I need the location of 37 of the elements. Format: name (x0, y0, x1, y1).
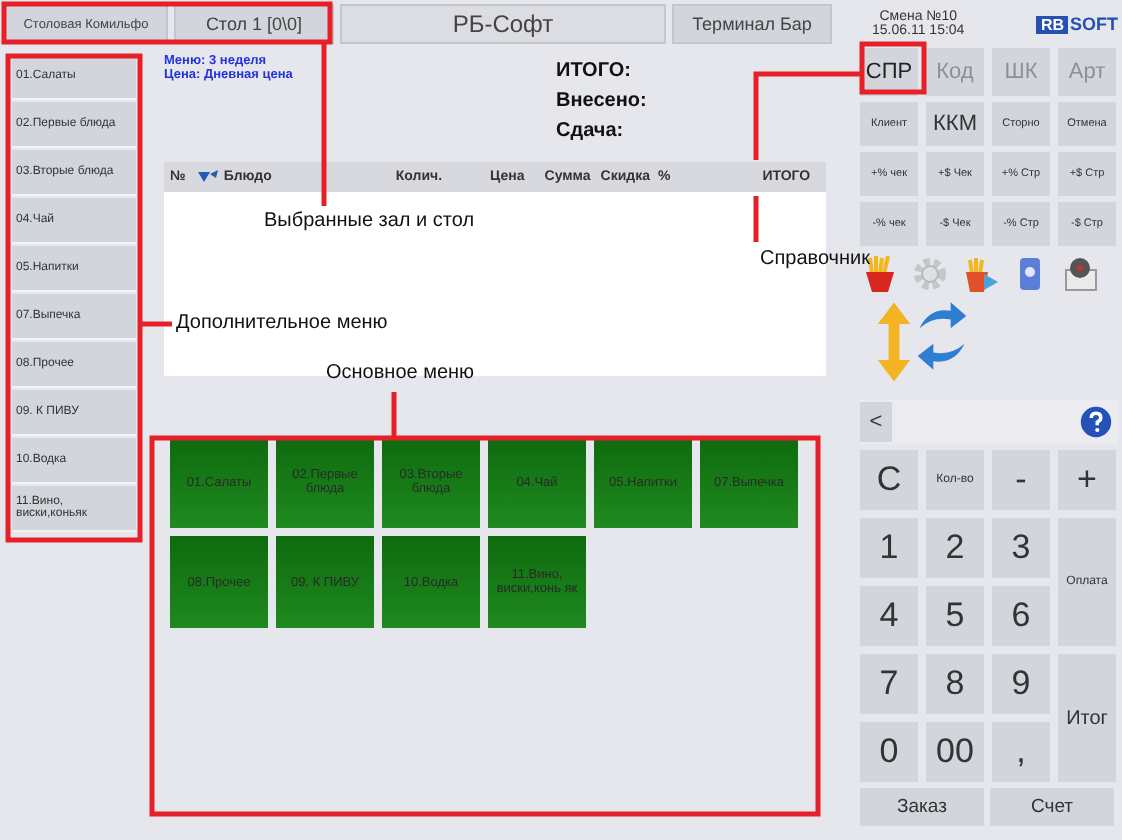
keypad-key[interactable]: , (992, 722, 1050, 782)
keypad-key[interactable]: 3 (992, 518, 1050, 578)
fries-icon[interactable] (960, 254, 1000, 294)
action-button[interactable]: Заказ (860, 788, 984, 826)
keypad-key[interactable]: 7 (860, 654, 918, 714)
keypad-key[interactable]: + (1058, 450, 1116, 510)
keypad-key[interactable]: C (860, 450, 918, 510)
terminal-button[interactable]: Терминал Бар (672, 4, 832, 44)
annotation-label: Выбранные зал и стол (264, 210, 475, 232)
total-label: Внесено: (556, 90, 647, 112)
undo-arrow-icon[interactable] (916, 340, 968, 372)
help-icon[interactable] (1080, 406, 1112, 438)
redo-arrow-icon[interactable] (916, 300, 968, 332)
annotation-label: Дополнительное меню (176, 312, 388, 334)
disc-icon[interactable] (1060, 254, 1100, 294)
keypad-key[interactable]: - (992, 450, 1050, 510)
keypad-key[interactable]: 9 (992, 654, 1050, 714)
logo-text: SOFT (1070, 14, 1118, 34)
keypad-key[interactable]: 1 (860, 518, 918, 578)
logo-badge: RB (1036, 15, 1068, 33)
annotation-label: Основное меню (326, 362, 475, 384)
back-button[interactable]: < (860, 402, 892, 442)
annotation-label: Справочник (760, 248, 870, 270)
keypad-key[interactable]: 4 (860, 586, 918, 646)
keypad-key[interactable]: 0 (860, 722, 918, 782)
keypad-key[interactable]: 2 (926, 518, 984, 578)
keypad-key[interactable]: 5 (926, 586, 984, 646)
keypad-key[interactable]: 8 (926, 654, 984, 714)
keypad-key[interactable]: 6 (992, 586, 1050, 646)
total-label: ИТОГО: (556, 60, 633, 82)
action-button[interactable]: Счет (990, 788, 1114, 826)
sort-icon[interactable] (197, 169, 218, 185)
function-button[interactable]: ККМ (926, 102, 984, 146)
keypad-key[interactable]: Итог (1058, 654, 1116, 782)
total-label: Сдача: (556, 120, 626, 142)
keypad-key[interactable]: 00 (926, 722, 984, 782)
app-title: РБ-Софт (340, 4, 666, 44)
